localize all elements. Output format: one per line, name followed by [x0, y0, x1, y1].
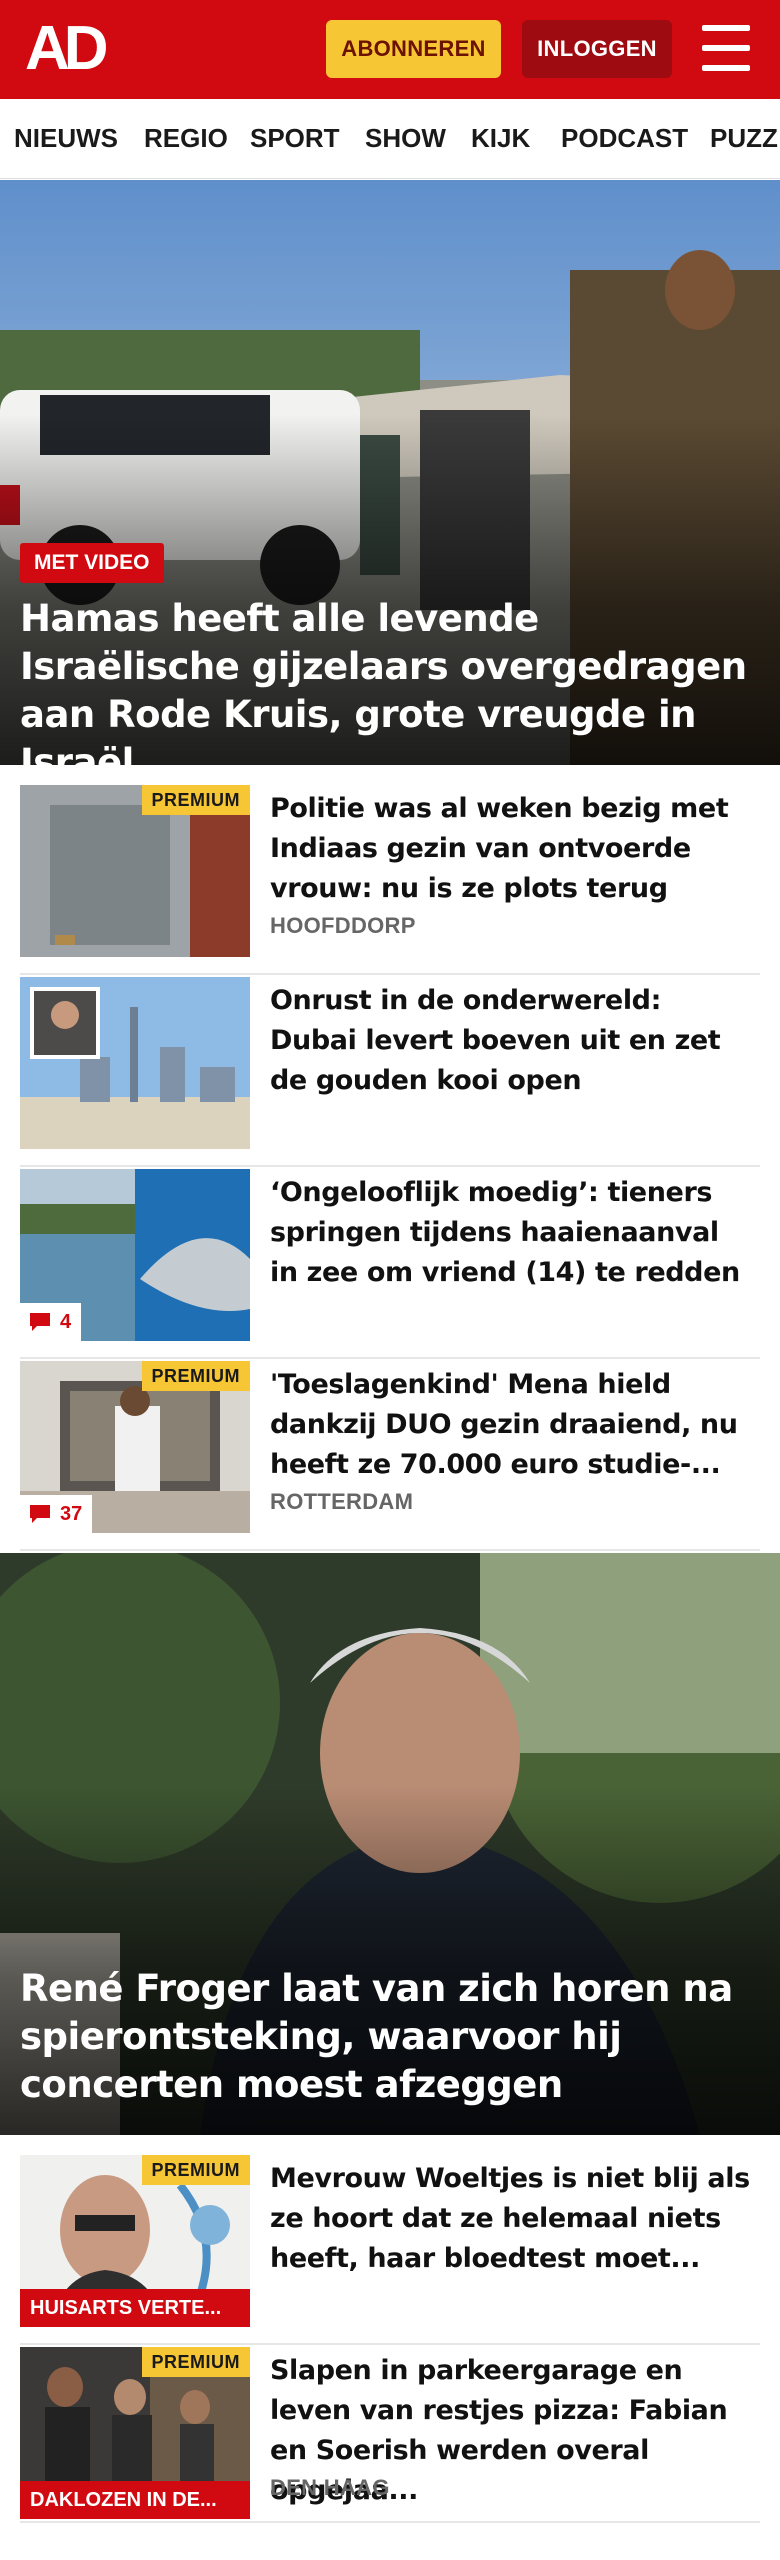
- video-badge: MET VIDEO: [20, 543, 164, 583]
- nav-item-nieuws[interactable]: NIEUWS: [14, 123, 118, 154]
- article-location: DEN HAAG: [270, 2475, 390, 2500]
- article-thumbnail: PREMIUM: [20, 785, 250, 957]
- hero-article-hamas[interactable]: MET VIDEO Hamas heeft alle levende Israë…: [0, 180, 780, 765]
- article-row[interactable]: PREMIUM HUISARTS VERTE... Mevrouw Woeltj…: [20, 2155, 760, 2345]
- article-title[interactable]: Politie was al weken bezig met Indiaas g…: [270, 789, 755, 909]
- comment-icon: [30, 1313, 50, 1331]
- nav-item-show[interactable]: SHOW: [365, 123, 446, 154]
- premium-badge: PREMIUM: [141, 2155, 250, 2185]
- nav-item-puzzels[interactable]: PUZZ: [710, 123, 778, 154]
- article-row[interactable]: PREMIUM 37 'Toeslagenkind' Mena hield da…: [20, 1361, 760, 1551]
- comment-count[interactable]: 37: [20, 1495, 93, 1533]
- article-thumbnail: PREMIUM DAKLOZEN IN DE...: [20, 2347, 250, 2519]
- article-title[interactable]: Onrust in de onderwereld: Dubai levert b…: [270, 981, 755, 1101]
- nav-item-podcast[interactable]: PODCAST: [561, 123, 688, 154]
- hero-title[interactable]: Hamas heeft alle levende Israëlische gij…: [20, 595, 750, 765]
- comment-count[interactable]: 4: [20, 1303, 82, 1341]
- nav-item-sport[interactable]: SPORT: [250, 123, 340, 154]
- article-title[interactable]: ‘Ongelooflijk moedig’: tieners springen …: [270, 1173, 755, 1293]
- article-thumbnail: PREMIUM HUISARTS VERTE...: [20, 2155, 250, 2327]
- series-tag[interactable]: HUISARTS VERTE...: [20, 2289, 250, 2327]
- article-title[interactable]: 'Toeslagenkind' Mena hield dankzij DUO g…: [270, 1365, 755, 1485]
- section-nav: NIEUWS REGIO SPORT SHOW KIJK PODCAST PUZ…: [0, 99, 780, 179]
- hamburger-menu-icon[interactable]: [702, 25, 750, 71]
- article-title[interactable]: Mevrouw Woeltjes is niet blij als ze hoo…: [270, 2159, 755, 2279]
- article-location: ROTTERDAM: [270, 1489, 414, 1514]
- article-row[interactable]: 4 ‘Ongelooflijk moedig’: tieners springe…: [20, 1169, 760, 1359]
- comment-count-value: 4: [60, 1310, 72, 1333]
- nav-item-regio[interactable]: REGIO: [144, 123, 228, 154]
- premium-badge: PREMIUM: [141, 2347, 250, 2377]
- article-row[interactable]: Onrust in de onderwereld: Dubai levert b…: [20, 977, 760, 1167]
- series-tag[interactable]: DAKLOZEN IN DE...: [20, 2481, 250, 2519]
- comment-count-value: 37: [60, 1502, 83, 1525]
- top-bar: AD ABONNEREN INLOGGEN: [0, 0, 780, 99]
- article-row[interactable]: PREMIUM Politie was al weken bezig met I…: [20, 785, 760, 975]
- hero-article-froger[interactable]: René Froger laat van zich horen na spier…: [0, 1553, 780, 2135]
- premium-badge: PREMIUM: [141, 785, 250, 815]
- article-row[interactable]: PREMIUM DAKLOZEN IN DE... Slapen in park…: [20, 2347, 760, 2523]
- nav-item-kijk[interactable]: KIJK: [471, 123, 530, 154]
- article-thumbnail: 4: [20, 1169, 250, 1341]
- premium-badge: PREMIUM: [141, 1361, 250, 1391]
- article-thumbnail: [20, 977, 250, 1149]
- article-thumbnail: PREMIUM 37: [20, 1361, 250, 1533]
- subscribe-button[interactable]: ABONNEREN: [326, 20, 501, 78]
- hero-title[interactable]: René Froger laat van zich horen na spier…: [20, 1965, 750, 2109]
- article-location: HOOFDDORP: [270, 913, 416, 938]
- ad-logo[interactable]: AD: [25, 18, 109, 80]
- comment-icon: [30, 1505, 50, 1523]
- login-button[interactable]: INLOGGEN: [522, 20, 672, 78]
